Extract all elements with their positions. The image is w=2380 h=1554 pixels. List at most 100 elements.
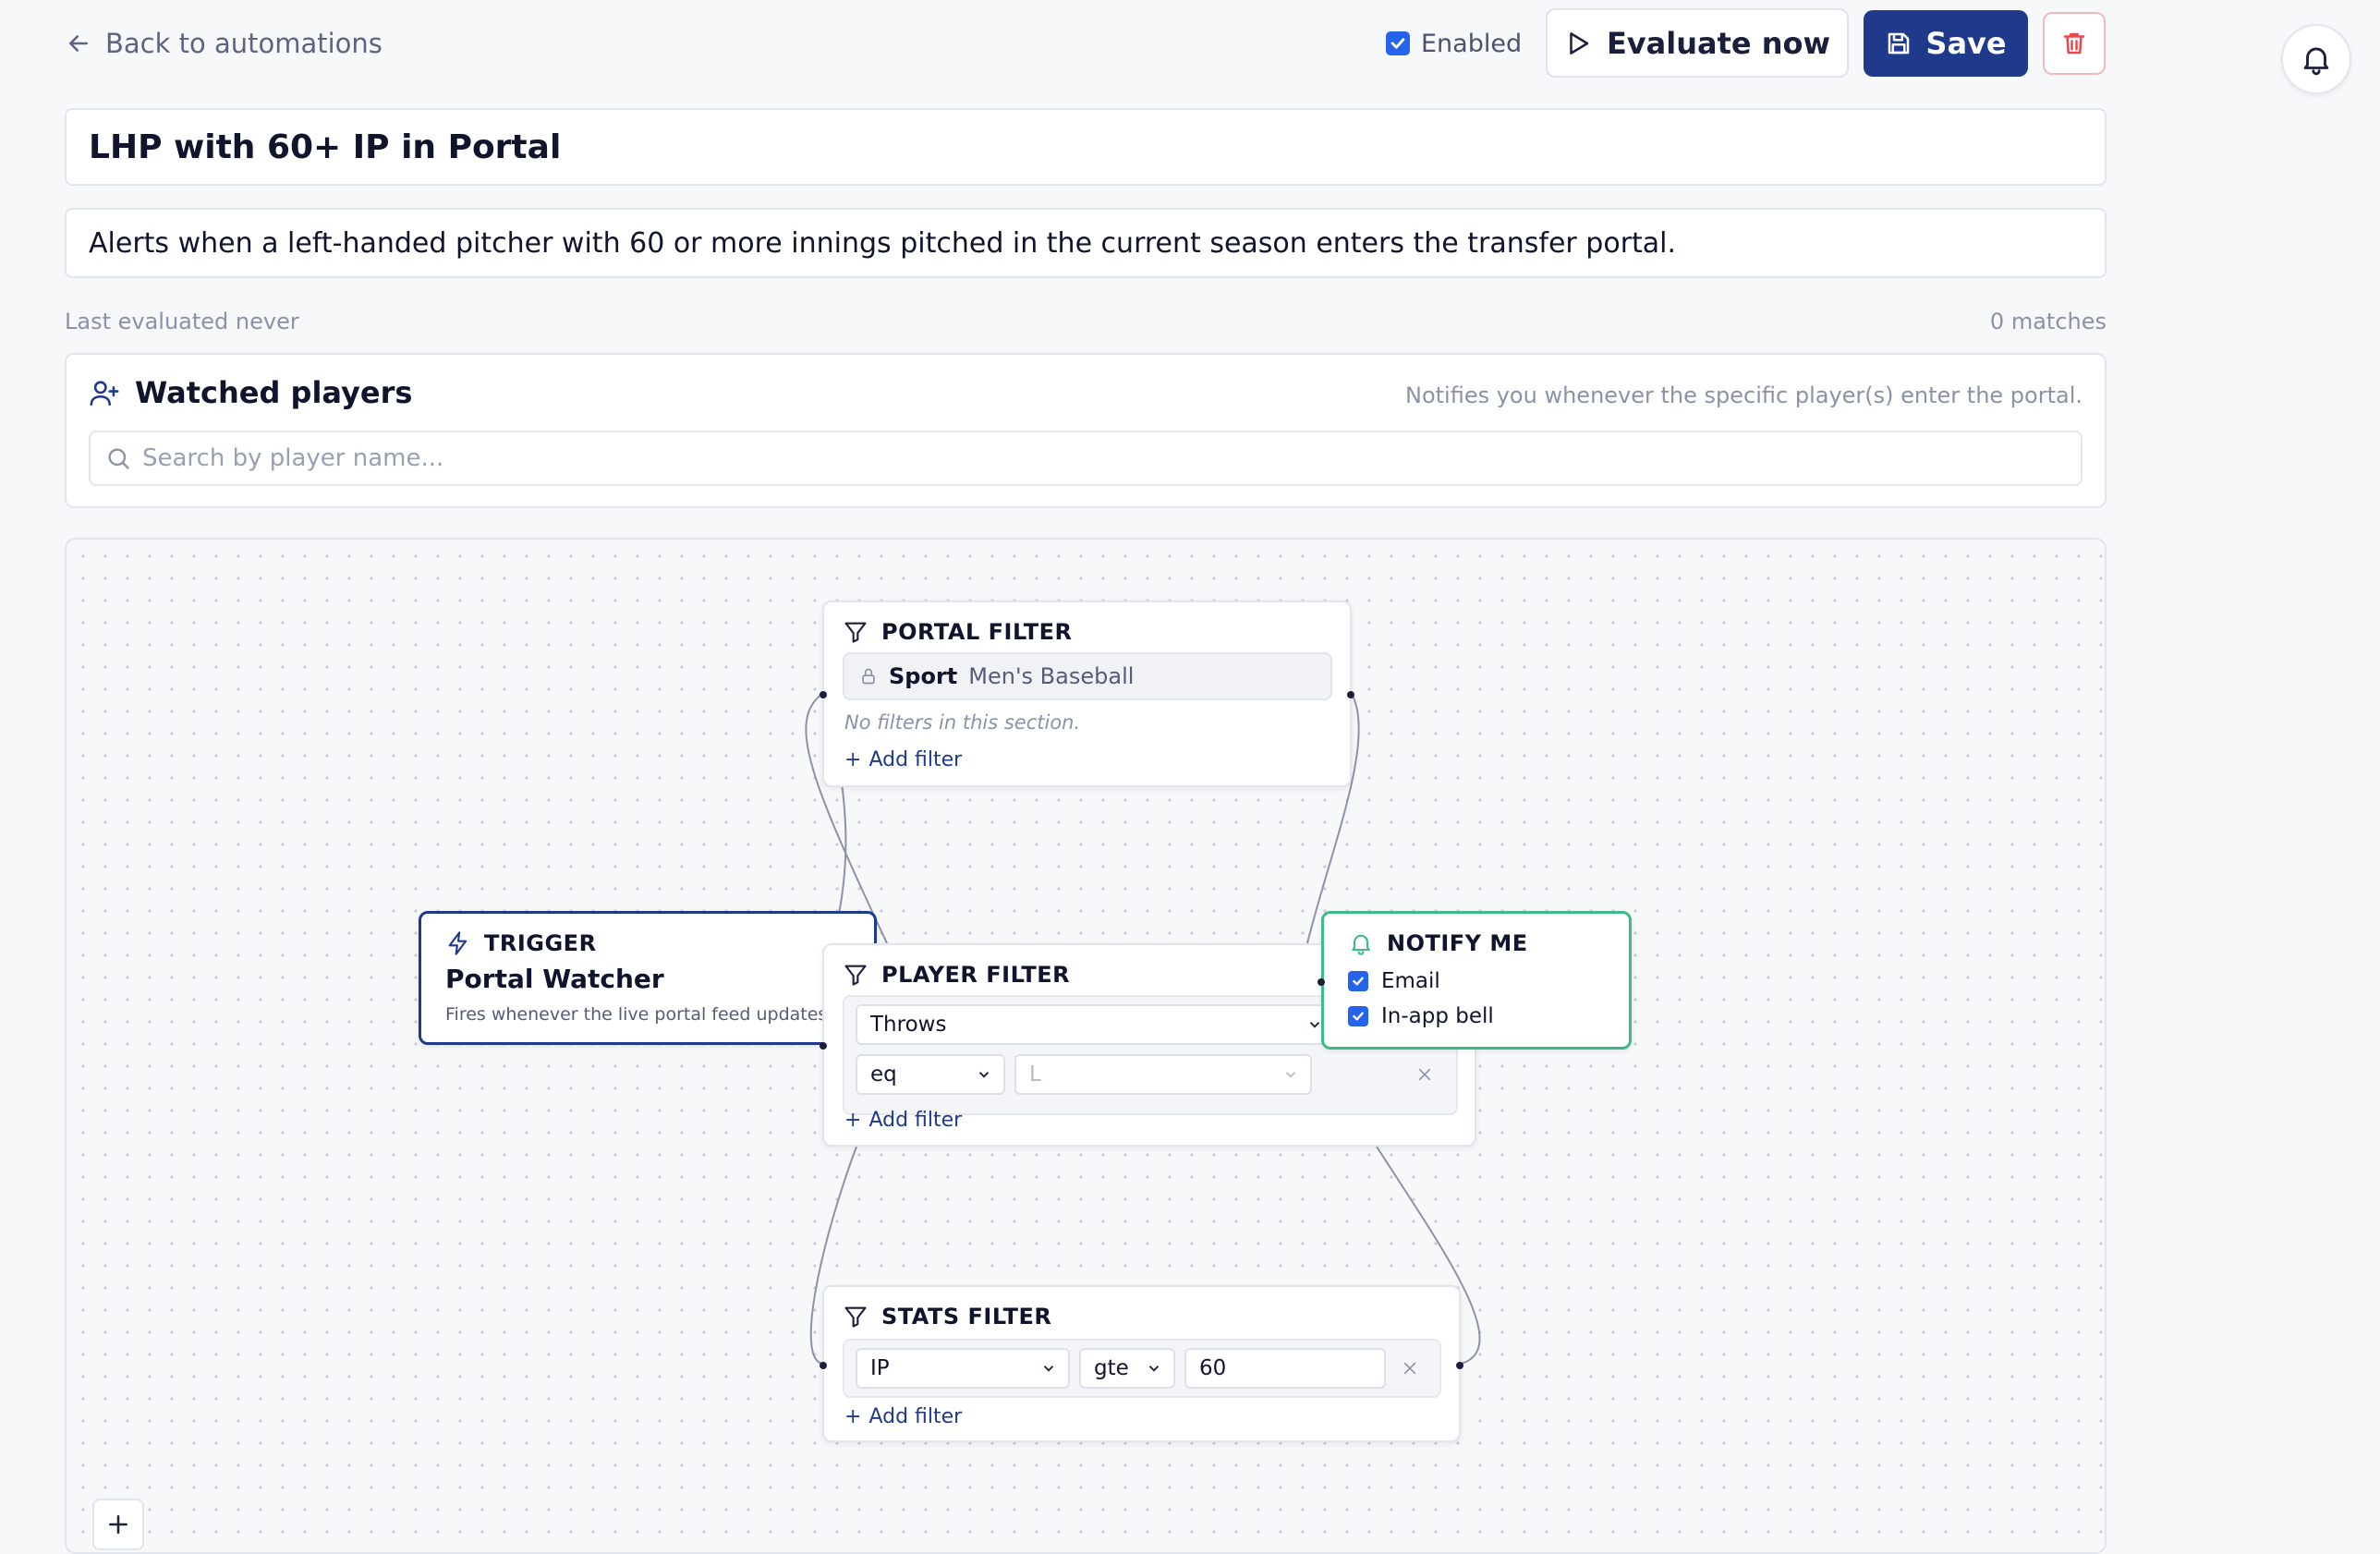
portal-filter-title: PORTAL FILTER	[881, 619, 1073, 645]
floppy-disk-icon	[1888, 32, 1910, 55]
save-button[interactable]: Save	[1864, 10, 2028, 77]
player-add-filter-button[interactable]: + Add filter	[844, 1109, 962, 1132]
funnel-icon	[844, 1306, 867, 1328]
plus-icon: +	[844, 1405, 862, 1428]
portal-output-handle[interactable]	[1347, 691, 1354, 698]
check-icon	[1353, 1012, 1364, 1021]
plus-icon: +	[844, 748, 862, 771]
stats-filter-node[interactable]: STATS FILTER IP gte 60 + Add filter	[820, 1285, 1463, 1442]
delete-button[interactable]	[2043, 12, 2106, 75]
notify-input-handle[interactable]	[1318, 978, 1325, 986]
notify-title: NOTIFY ME	[1387, 930, 1528, 956]
watched-players-panel: Watched players Notifies you whenever th…	[65, 353, 2107, 508]
player-input-handle[interactable]	[820, 1042, 827, 1050]
player-value: L	[1029, 1062, 1041, 1087]
stats-operator-value: gte	[1094, 1356, 1129, 1380]
plus-icon: +	[844, 1109, 862, 1132]
check-icon	[1353, 977, 1364, 986]
player-search-placeholder: Search by player name...	[142, 444, 444, 472]
locked-filter-value: Men's Baseball	[968, 663, 1135, 689]
search-icon	[108, 448, 129, 469]
arrow-left-icon	[69, 35, 88, 52]
enabled-checkbox[interactable]	[1386, 31, 1410, 55]
stats-filter-header: STATS FILTER	[843, 1304, 1051, 1329]
close-icon	[1418, 1068, 1431, 1081]
stats-filter-title: STATS FILTER	[881, 1304, 1052, 1329]
stats-filter-row: IP gte 60	[843, 1339, 1441, 1398]
play-icon	[1570, 31, 1589, 55]
watched-players-title: Watched players	[135, 375, 413, 410]
stats-add-filter-button[interactable]: + Add filter	[844, 1405, 962, 1428]
chevron-down-icon	[978, 1072, 990, 1078]
trigger-title: TRIGGER	[484, 930, 597, 956]
player-search-input[interactable]: Search by player name...	[89, 431, 2082, 486]
watched-players-header: Watched players	[89, 375, 412, 410]
stats-operator-select[interactable]: gte	[1079, 1348, 1175, 1389]
funnel-icon	[844, 622, 867, 643]
evaluate-now-label: Evaluate now	[1606, 25, 1831, 61]
bell-icon	[2303, 47, 2329, 76]
evaluate-now-button[interactable]: Evaluate now	[1546, 8, 1849, 78]
portal-input-handle[interactable]	[820, 691, 827, 698]
add-filter-label: Add filter	[868, 1109, 963, 1132]
notify-header: NOTIFY ME	[1348, 930, 1528, 956]
notifications-button[interactable]	[2281, 24, 2351, 94]
enabled-label: Enabled	[1421, 29, 1523, 58]
player-operator-select[interactable]: eq	[856, 1054, 1005, 1095]
no-filters-text: No filters in this section.	[844, 711, 1081, 734]
stats-value-input[interactable]: 60	[1184, 1348, 1386, 1389]
player-field-select[interactable]: Throws	[856, 1004, 1336, 1045]
portal-add-filter-button[interactable]: + Add filter	[844, 748, 962, 771]
close-icon	[1403, 1362, 1416, 1375]
automation-title-input[interactable]: LHP with 60+ IP in Portal	[65, 108, 2107, 186]
add-filter-label: Add filter	[868, 1405, 963, 1428]
trigger-node[interactable]: TRIGGER Portal Watcher Fires whenever th…	[419, 911, 877, 1045]
player-operator-value: eq	[870, 1062, 897, 1087]
trigger-description: Fires whenever the live portal feed upda…	[445, 1004, 828, 1025]
remove-stats-filter-button[interactable]	[1399, 1357, 1421, 1379]
stats-value: 60	[1199, 1356, 1227, 1380]
email-checkbox[interactable]	[1348, 971, 1368, 991]
inapp-bell-checkbox[interactable]	[1348, 1006, 1368, 1026]
notify-email-option[interactable]: Email	[1348, 969, 1440, 993]
portal-filter-header: PORTAL FILTER	[843, 619, 1073, 645]
zoom-in-button[interactable]	[92, 1499, 144, 1550]
player-field-value: Throws	[870, 1013, 947, 1037]
back-link-label: Back to automations	[105, 28, 382, 59]
watched-players-hint: Notifies you whenever the specific playe…	[1405, 382, 2082, 408]
locked-filter-key: Sport	[889, 663, 958, 689]
lock-icon	[862, 668, 875, 685]
back-to-automations-link[interactable]: Back to automations	[65, 24, 382, 63]
trigger-name: Portal Watcher	[445, 964, 664, 994]
plus-icon	[109, 1515, 128, 1534]
chevron-down-icon	[1043, 1366, 1054, 1372]
stats-input-handle[interactable]	[820, 1362, 827, 1369]
matches-count: 0 matches	[1989, 309, 2107, 334]
stats-field-value: IP	[870, 1356, 890, 1380]
enabled-toggle[interactable]: Enabled	[1386, 24, 1522, 63]
notify-me-node[interactable]: NOTIFY ME Email In-app bell	[1318, 911, 1632, 1050]
check-icon	[1390, 38, 1405, 49]
stats-field-select[interactable]: IP	[856, 1348, 1070, 1389]
player-filter-header: PLAYER FILTER	[843, 962, 1070, 988]
last-evaluated-text: Last evaluated never	[65, 309, 299, 334]
funnel-icon	[844, 965, 867, 986]
automation-description-input[interactable]: Alerts when a left-handed pitcher with 6…	[65, 208, 2107, 278]
save-label: Save	[1925, 26, 2007, 61]
user-plus-icon	[90, 381, 119, 407]
sport-locked-filter: Sport Men's Baseball	[843, 652, 1332, 700]
portal-filter-node[interactable]: PORTAL FILTER Sport Men's Baseball No fi…	[820, 601, 1354, 787]
notify-inapp-option[interactable]: In-app bell	[1348, 1004, 1494, 1028]
chevron-down-icon	[1148, 1366, 1160, 1372]
player-value-select[interactable]: L	[1014, 1054, 1312, 1095]
add-filter-label: Add filter	[868, 748, 963, 771]
chevron-down-icon	[1285, 1072, 1296, 1078]
player-filter-title: PLAYER FILTER	[881, 962, 1071, 988]
email-label: Email	[1381, 969, 1440, 993]
inapp-bell-label: In-app bell	[1381, 1004, 1494, 1028]
bell-icon	[1352, 934, 1370, 955]
stats-output-handle[interactable]	[1456, 1362, 1463, 1369]
lightning-icon	[448, 931, 468, 955]
remove-player-filter-button[interactable]	[1414, 1063, 1436, 1086]
trash-icon	[2063, 32, 2085, 55]
